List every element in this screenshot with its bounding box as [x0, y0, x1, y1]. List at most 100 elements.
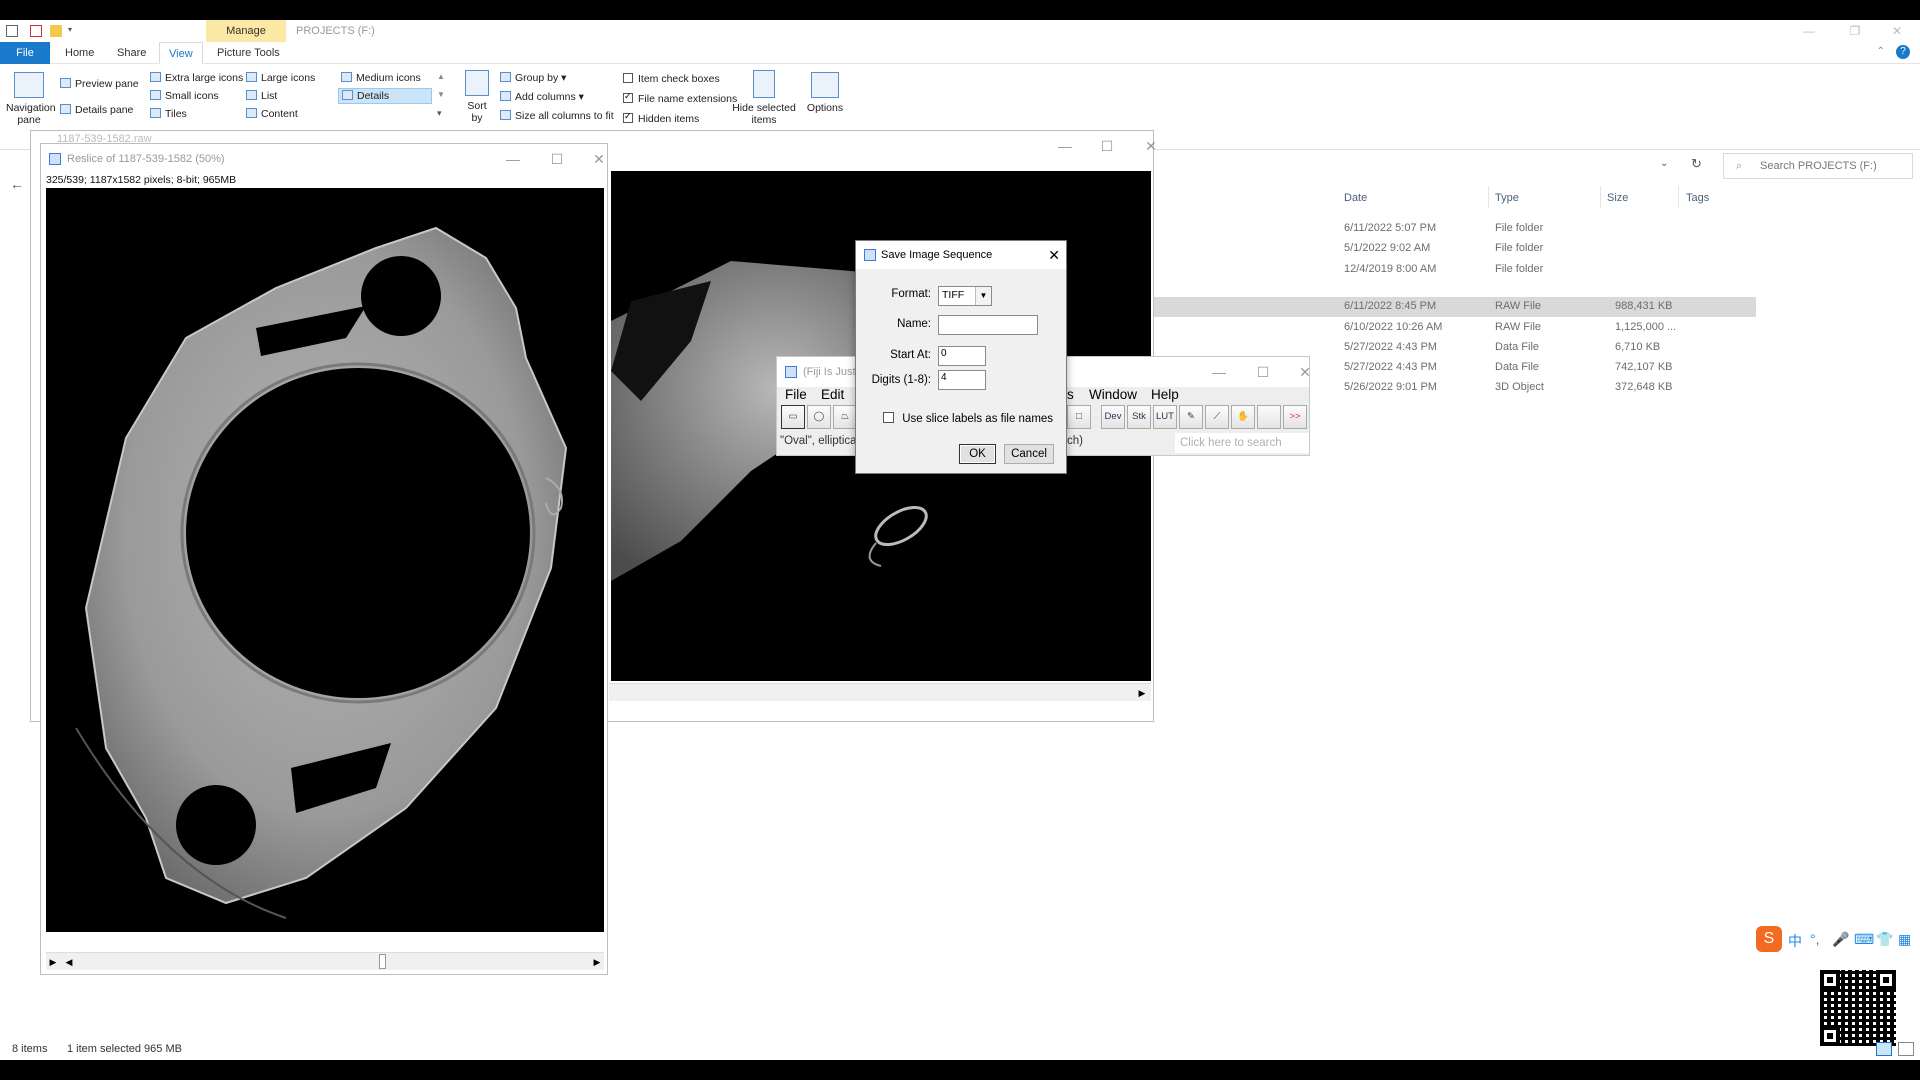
horizontal-scrollbar[interactable]: ▶	[609, 683, 1151, 701]
ime-logo-icon[interactable]: S	[1756, 926, 1782, 952]
slice-labels-checkbox[interactable]	[883, 412, 894, 423]
layout-medium-icons[interactable]: Medium icons	[341, 72, 421, 84]
hand-tool-icon[interactable]: ✋	[1231, 405, 1255, 429]
back-arrow-icon[interactable]: ←	[10, 176, 24, 192]
slice-labels-option[interactable]: Use slice labels as file names	[883, 412, 1053, 425]
slice-scrollbar[interactable]: ▶ ◀ ▶	[46, 952, 604, 970]
dev-tool[interactable]: Dev	[1101, 405, 1125, 429]
color-picker-icon[interactable]: □	[1067, 405, 1091, 429]
oval-tool-icon[interactable]: ◯	[807, 405, 831, 429]
column-divider[interactable]	[1600, 186, 1601, 208]
tab-file[interactable]: File	[0, 42, 50, 64]
hidden-items-toggle[interactable]: Hidden items	[623, 111, 699, 125]
close-icon[interactable]: ✕	[1874, 20, 1920, 42]
microphone-icon[interactable]: 🎤	[1832, 931, 1849, 948]
name-field[interactable]	[938, 315, 1038, 335]
format-select[interactable]: TIFF ▼	[938, 286, 992, 306]
preview-pane-button[interactable]: Preview pane	[60, 78, 139, 90]
layout-list[interactable]: List	[246, 90, 277, 102]
maximize-icon[interactable]: ❐	[1832, 20, 1878, 42]
options-button[interactable]: Options	[804, 72, 846, 114]
tab-home[interactable]: Home	[56, 42, 103, 64]
skin-icon[interactable]: 👕	[1876, 931, 1893, 948]
layout-small-icons[interactable]: Small icons	[150, 90, 219, 102]
file-row[interactable]: 6/10/2022 10:26 AM RAW File 1,125,000 ...	[1150, 318, 1756, 338]
file-row[interactable]: 6/11/2022 5:07 PM File folder	[1150, 219, 1756, 239]
layout-large-icons[interactable]: Large icons	[246, 72, 315, 84]
polygon-tool-icon[interactable]: ⏢	[833, 405, 857, 429]
play-icon[interactable]: ▶	[46, 953, 60, 971]
size-columns-button[interactable]: Size all columns to fit	[500, 110, 614, 122]
navigation-pane-button[interactable]: Navigation pane	[6, 72, 56, 126]
menu-plugins[interactable]: s	[1067, 387, 1074, 402]
maximize-icon[interactable]: ☐	[535, 144, 579, 174]
menu-window[interactable]: Window	[1089, 387, 1137, 402]
properties-icon[interactable]	[30, 25, 42, 37]
file-row[interactable]: 12/4/2019 8:00 AM File folder	[1150, 260, 1756, 280]
file-name-extensions-toggle[interactable]: File name extensions	[623, 91, 737, 105]
layout-tiles[interactable]: Tiles	[150, 108, 187, 120]
slice-scroll-thumb[interactable]	[379, 954, 386, 969]
minimize-icon[interactable]: —	[491, 144, 535, 174]
file-row-selected[interactable]: 6/11/2022 8:45 PM RAW File 988,431 KB	[1150, 297, 1756, 317]
help-icon[interactable]: ?	[1896, 45, 1910, 59]
maximize-icon[interactable]: ☐	[1085, 131, 1129, 161]
hide-selected-button[interactable]: Hide selected items	[732, 70, 796, 126]
rectangle-tool-icon[interactable]: ▭	[781, 405, 805, 429]
tab-view[interactable]: View	[159, 42, 203, 64]
menu-help[interactable]: Help	[1151, 387, 1179, 402]
large-icons-view-icon[interactable]	[1898, 1042, 1914, 1056]
maximize-icon[interactable]: ☐	[1241, 357, 1285, 387]
fiji-search-input[interactable]: Click here to search	[1175, 433, 1309, 453]
tab-picture-tools[interactable]: Picture Tools	[208, 42, 289, 64]
file-name-extensions-checkbox[interactable]	[623, 91, 633, 103]
item-check-boxes-toggle[interactable]: Item check boxes	[623, 73, 720, 85]
ime-punctuation-mode[interactable]: °,	[1810, 931, 1820, 947]
layout-expand-icon[interactable]: ▾	[437, 108, 442, 119]
group-by-button[interactable]: Group by ▾	[500, 72, 566, 84]
menu-edit[interactable]: Edit	[821, 387, 844, 402]
minimize-icon[interactable]: —	[1786, 20, 1832, 42]
minimize-icon[interactable]: —	[1043, 131, 1087, 161]
details-view-icon[interactable]	[1876, 1042, 1892, 1056]
minimize-icon[interactable]: —	[1197, 357, 1241, 387]
column-divider[interactable]	[1488, 186, 1489, 208]
scroll-right-icon[interactable]: ▶	[1135, 684, 1149, 702]
menu-file[interactable]: File	[785, 387, 807, 402]
refresh-icon[interactable]: ↻	[1691, 156, 1702, 172]
sort-by-button[interactable]: Sort by	[462, 70, 492, 124]
layout-extra-large-icons[interactable]: Extra large icons	[150, 72, 243, 84]
ime-chinese-mode[interactable]: 中	[1788, 931, 1802, 951]
close-icon[interactable]: ✕	[577, 144, 621, 174]
scroll-left-icon[interactable]: ◀	[62, 953, 76, 971]
reslice-image-view[interactable]	[46, 188, 604, 932]
empty-tool-slot[interactable]	[1257, 405, 1281, 429]
cancel-button[interactable]: Cancel	[1004, 444, 1054, 464]
file-row[interactable]: 5/27/2022 4:43 PM Data File 6,710 KB	[1150, 338, 1756, 358]
details-pane-button[interactable]: Details pane	[60, 104, 133, 116]
layout-content[interactable]: Content	[246, 108, 298, 120]
scroll-right-icon[interactable]: ▶	[590, 953, 604, 971]
item-check-boxes-checkbox[interactable]	[623, 73, 633, 83]
dropdown-arrow-icon[interactable]: ▼	[975, 287, 991, 305]
stack-tool[interactable]: Stk	[1127, 405, 1151, 429]
close-icon[interactable]: ✕	[1129, 131, 1173, 161]
column-size[interactable]: Size	[1607, 192, 1628, 204]
ok-button[interactable]: OK	[959, 444, 996, 464]
column-type[interactable]: Type	[1495, 192, 1519, 204]
chevron-down-icon[interactable]: ▾	[68, 25, 80, 37]
address-dropdown-icon[interactable]: ⌄	[1660, 158, 1668, 169]
layout-scroll-down-icon[interactable]: ▼	[437, 90, 445, 99]
toolbox-icon[interactable]: ▦	[1898, 931, 1911, 948]
keyboard-icon[interactable]: ⌨	[1854, 931, 1874, 948]
add-columns-button[interactable]: Add columns ▾	[500, 91, 584, 103]
close-icon[interactable]: ✕	[1048, 241, 1060, 269]
new-folder-icon[interactable]	[50, 25, 62, 37]
brush-tool-icon[interactable]: ⟋	[1205, 405, 1229, 429]
tab-manage[interactable]: Manage	[206, 20, 286, 42]
tab-share[interactable]: Share	[108, 42, 155, 64]
start-at-field[interactable]: 0	[938, 346, 986, 366]
save-image-sequence-dialog[interactable]: Save Image Sequence ✕ Format: TIFF ▼ Nam…	[855, 240, 1067, 474]
hidden-items-checkbox[interactable]	[623, 111, 633, 123]
digits-field[interactable]: 4	[938, 370, 986, 390]
